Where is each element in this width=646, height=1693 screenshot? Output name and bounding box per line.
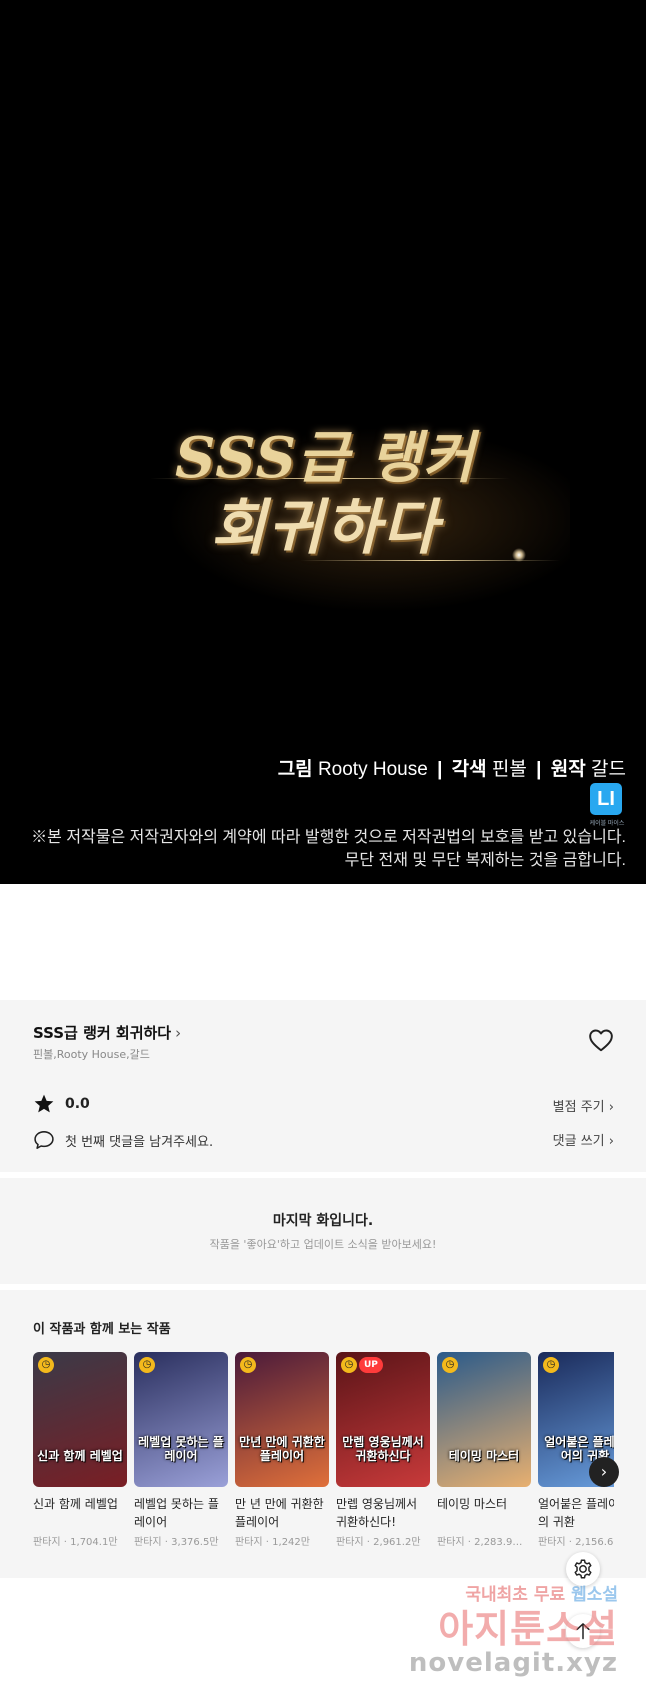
credit-separator: | — [437, 759, 443, 780]
rating-value: 0.0 — [65, 1096, 90, 1112]
copyright-line-2: 무단 전재 및 무단 복제하는 것을 금합니다. — [344, 852, 626, 869]
cover-image: 만렙 영웅님께서 귀환하신다 ◷ UP — [336, 1352, 430, 1487]
star-icon — [34, 1094, 54, 1113]
card-title: 테이밍 마스터 — [437, 1497, 508, 1511]
chevron-right-icon: › — [608, 1134, 614, 1149]
meta-separator: · — [161, 1537, 172, 1548]
last-episode-subtitle: 작품을 '좋아요'하고 업데이트 소식을 받아보세요! — [209, 1238, 437, 1251]
meta-separator: · — [60, 1537, 71, 1548]
meta-separator: · — [262, 1537, 273, 1548]
clock-icon: ◷ — [442, 1357, 458, 1373]
card-genre: 판타지 — [235, 1537, 263, 1548]
cover-title: 만렙 영웅님께서 귀환하신다 — [342, 1435, 424, 1463]
cover-image: 만년 만에 귀환한 플레이어 ◷ — [235, 1352, 329, 1487]
comment-row[interactable]: 첫 번째 댓글을 남겨주세요. — [33, 1128, 213, 1152]
clock-icon: ◷ — [240, 1357, 256, 1373]
recommendation-card[interactable]: 테이밍 마스터 ◷ 테이밍 마스터판타지 · 2,283.9… — [437, 1352, 531, 1548]
card-meta: 판타지 · 1,704.1만 — [33, 1533, 127, 1548]
watermark-line-2: 아지툰소설 — [438, 1607, 618, 1651]
cover-title: 만년 만에 귀환한 플레이어 — [239, 1435, 325, 1463]
card-genre: 판타지 — [538, 1537, 566, 1548]
series-logo: SSS급 랭커 회귀하다 — [155, 430, 495, 558]
watermark-line-3: novelagit.xyz — [408, 1648, 618, 1678]
logo-line-2: 회귀하다 — [210, 493, 440, 563]
heart-icon[interactable] — [588, 1028, 614, 1052]
card-meta: 판타지 · 2,156.6 — [538, 1533, 614, 1548]
write-comment-label: 댓글 쓰기 — [552, 1134, 605, 1149]
card-title: 신과 함께 레벨업 — [33, 1497, 118, 1511]
rate-button[interactable]: 별점 주기 › — [553, 1096, 614, 1115]
card-meta: 판타지 · 2,283.9… — [437, 1533, 531, 1548]
card-genre: 판타지 — [33, 1537, 61, 1548]
cover-title: 신과 함께 레벨업 — [37, 1449, 123, 1463]
card-meta: 판타지 · 3,376.5만 — [134, 1533, 228, 1548]
credit-separator: | — [536, 759, 542, 780]
card-genre: 판타지 — [134, 1537, 162, 1548]
credit-art-label: 그림 — [277, 759, 313, 780]
clock-icon: ◷ — [543, 1357, 559, 1373]
credit-color-name: 핀볼 — [491, 759, 527, 780]
copyright-line-1: ※본 저작물은 저작권자와의 계약에 따라 발행한 것으로 저작권법의 보호를 … — [31, 829, 626, 846]
credit-original-label: 원작 — [550, 759, 586, 780]
lens-flare — [512, 548, 526, 562]
card-genre: 판타지 — [336, 1537, 364, 1548]
credit-art-name: Rooty House — [317, 759, 428, 780]
recommendations-title: 이 작품과 함께 보는 작품 — [33, 1322, 171, 1337]
comment-icon — [34, 1131, 54, 1149]
chevron-right-icon: › — [608, 1100, 614, 1115]
clock-icon: ◷ — [341, 1357, 357, 1373]
copyright-notice: ※본 저작물은 저작권자와의 계약에 따라 발행한 것으로 저작권법의 보호를 … — [31, 826, 626, 872]
comic-panel: SSS급 랭커 회귀하다 그림 Rooty House | 각색 핀볼 | 원작… — [0, 0, 646, 884]
series-authors: 핀볼,Rooty House,갈드 — [33, 1048, 150, 1061]
cover-image: 레벨업 못하는 플레이어 ◷ — [134, 1352, 228, 1487]
recommendation-card[interactable]: 만렙 영웅님께서 귀환하신다 ◷ UP 만렙 영웅님께서 귀환하신다! 판타지 · 2,… — [336, 1352, 430, 1548]
credit-original-name: 갈드 — [591, 759, 626, 780]
publisher-logo: LI — [590, 783, 622, 815]
clock-icon: ◷ — [38, 1357, 54, 1373]
logo-line-1: SSS급 랭커 — [175, 425, 475, 491]
meta-separator: · — [464, 1537, 475, 1548]
up-badge: UP — [359, 1357, 383, 1373]
credits-line: 그림 Rooty House | 각색 핀볼 | 원작 갈드 — [278, 754, 626, 781]
meta-separator: · — [565, 1537, 576, 1548]
card-meta: 판타지 · 2,961.2만 — [336, 1533, 430, 1548]
recommendation-card[interactable]: 신과 함께 레벨업 ◷ 신과 함께 레벨업판타지 · 1,704.1만 — [33, 1352, 127, 1548]
clock-icon: ◷ — [139, 1357, 155, 1373]
rate-button-label: 별점 주기 — [552, 1100, 605, 1115]
chevron-right-icon[interactable]: › — [589, 1457, 619, 1487]
series-title-link[interactable]: SSS급 랭커 회귀하다 › — [33, 1022, 181, 1043]
card-genre: 판타지 — [437, 1537, 465, 1548]
card-title: 만 년 만에 귀환한 플레이어 — [235, 1497, 324, 1529]
series-title: SSS급 랭커 회귀하다 — [33, 1024, 172, 1042]
gear-icon — [574, 1559, 592, 1579]
recommendation-card[interactable]: 얼어붙은 플레이어의 귀환◷얼어붙은 플레이어의 귀환판타지 · 2,156.6 — [538, 1352, 614, 1548]
card-views: 2,283.9… — [474, 1537, 523, 1548]
cover-title: 테이밍 마스터 — [448, 1449, 520, 1463]
comment-placeholder: 첫 번째 댓글을 남겨주세요. — [65, 1134, 214, 1150]
recommendation-card[interactable]: 레벨업 못하는 플레이어 ◷ 레벨업 못하는 플레이어판타지 · 3,376.5만 — [134, 1352, 228, 1548]
cover-title: 레벨업 못하는 플레이어 — [138, 1435, 224, 1463]
card-views: 1,704.1만 — [70, 1537, 118, 1548]
credit-color-label: 각색 — [451, 759, 487, 780]
card-title: 레벨업 못하는 플레이어 — [134, 1497, 219, 1529]
card-meta: 판타지 · 1,242만 — [235, 1533, 329, 1548]
last-episode-title: 마지막 화입니다. — [272, 1213, 374, 1229]
card-views: 2,156.6 — [575, 1537, 614, 1548]
cover-image: 테이밍 마스터 ◷ — [437, 1352, 531, 1487]
card-views: 3,376.5만 — [171, 1537, 219, 1548]
cover-image: 신과 함께 레벨업 ◷ — [33, 1352, 127, 1487]
meta-separator: · — [363, 1537, 374, 1548]
card-views: 1,242만 — [272, 1537, 310, 1548]
chevron-right-icon: › — [175, 1024, 182, 1042]
card-title: 만렙 영웅님께서 귀환하신다! — [336, 1497, 418, 1529]
last-episode-card — [0, 1178, 646, 1284]
recommendations-carousel: 신과 함께 레벨업 ◷ 신과 함께 레벨업판타지 · 1,704.1만 레벨업 못하는… — [33, 1352, 614, 1552]
rating-row: 0.0 — [33, 1092, 90, 1116]
card-title: 얼어붙은 플레이어의 귀환 — [538, 1497, 614, 1529]
recommendation-card[interactable]: 만년 만에 귀환한 플레이어 ◷ 만 년 만에 귀환한 플레이어판타지 · 1,24… — [235, 1352, 329, 1548]
write-comment-button[interactable]: 댓글 쓰기 › — [553, 1130, 614, 1149]
card-views: 2,961.2만 — [373, 1537, 421, 1548]
